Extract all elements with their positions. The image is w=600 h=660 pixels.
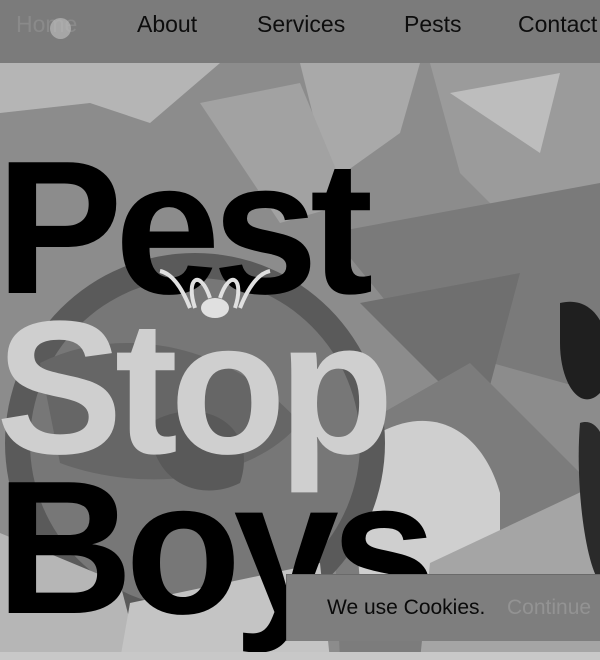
cookie-continue-button[interactable]: Continue: [507, 596, 591, 620]
cookie-banner: We use Cookies. Continue: [286, 574, 600, 641]
hero-title: Pest Stop Boys: [0, 133, 437, 643]
cookie-message: We use Cookies.: [327, 596, 486, 619]
hero-section: Pest Stop Boys: [0, 63, 600, 660]
top-nav: Home About Services Pests Contact: [0, 0, 600, 63]
bug-icon: [159, 269, 271, 318]
nav-pests-link[interactable]: Pests: [404, 11, 462, 38]
cursor-dot: [50, 18, 71, 39]
nav-services-link[interactable]: Services: [257, 11, 345, 38]
nav-about-link[interactable]: About: [137, 11, 197, 38]
bottom-strip: [0, 652, 600, 660]
nav-contact-link[interactable]: Contact: [518, 11, 597, 38]
